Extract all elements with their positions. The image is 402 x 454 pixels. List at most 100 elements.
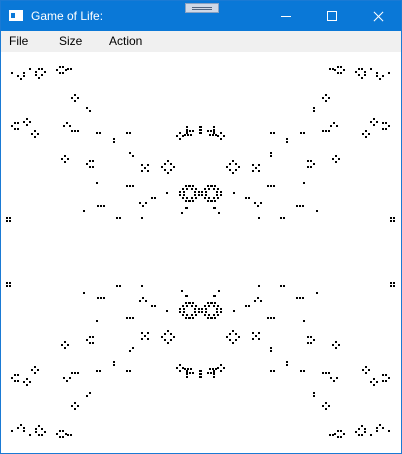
live-cell: [210, 372, 212, 374]
live-cell: [273, 132, 275, 134]
maximize-button[interactable]: [309, 1, 355, 31]
live-cell: [179, 364, 181, 366]
live-cell: [382, 75, 384, 77]
live-cell: [205, 191, 207, 193]
live-cell: [103, 205, 105, 207]
live-cell: [151, 197, 153, 199]
menu-action[interactable]: Action: [109, 34, 142, 49]
live-cell: [34, 372, 36, 374]
live-cell: [17, 75, 19, 77]
live-cell: [167, 342, 169, 344]
menu-size[interactable]: Size: [59, 34, 82, 49]
live-cell: [62, 66, 64, 68]
live-cell: [296, 205, 298, 207]
live-cell: [9, 217, 11, 219]
live-cell: [37, 133, 39, 135]
live-cell: [182, 135, 184, 137]
live-cell: [192, 302, 194, 304]
live-cell: [23, 75, 25, 77]
live-cell: [245, 305, 247, 307]
live-cell: [29, 381, 31, 383]
live-cell: [170, 163, 172, 165]
live-cell: [70, 434, 72, 436]
live-cell: [62, 430, 64, 432]
live-cell: [129, 370, 131, 372]
live-cell: [213, 373, 215, 375]
live-cell: [132, 317, 134, 319]
close-button[interactable]: [355, 1, 401, 31]
live-cell: [161, 166, 163, 168]
snap-layout-handle[interactable]: [185, 3, 219, 13]
live-cell: [333, 380, 335, 382]
live-cell: [23, 430, 25, 432]
live-cell: [207, 185, 209, 187]
live-cell: [190, 134, 192, 136]
live-cell: [14, 380, 16, 382]
live-cell: [96, 182, 98, 184]
live-cell: [355, 431, 357, 433]
live-cell: [207, 130, 209, 132]
live-cell: [89, 110, 91, 112]
live-cell: [89, 336, 91, 338]
app-window-icon[interactable]: [9, 10, 23, 21]
live-cell: [65, 433, 67, 435]
live-cell: [63, 125, 65, 127]
live-cell: [44, 71, 46, 73]
live-cell: [328, 372, 330, 374]
live-cell: [161, 336, 163, 338]
live-cell: [184, 368, 186, 370]
live-cell: [313, 107, 315, 109]
live-cell: [393, 217, 395, 219]
live-cell: [204, 188, 206, 190]
live-cell: [361, 425, 363, 427]
live-cell: [210, 302, 212, 304]
live-cell: [186, 197, 188, 199]
live-cell: [300, 132, 302, 134]
live-cell: [195, 314, 197, 316]
live-cell: [270, 152, 272, 154]
live-cell: [20, 424, 22, 426]
menu-file[interactable]: File: [9, 34, 28, 49]
live-cell: [217, 197, 219, 199]
live-cell: [325, 94, 327, 96]
minimize-button[interactable]: [263, 1, 309, 31]
live-cell: [200, 132, 202, 134]
live-cell: [379, 424, 381, 426]
live-cell: [361, 434, 363, 436]
live-cell: [333, 122, 335, 124]
live-cell: [393, 285, 395, 287]
live-cell: [373, 378, 375, 380]
live-cell: [385, 122, 387, 124]
live-cell: [86, 339, 88, 341]
life-grid[interactable]: [1, 52, 401, 453]
live-cell: [379, 78, 381, 80]
live-cell: [14, 374, 16, 376]
live-cell: [164, 333, 166, 335]
live-cell: [38, 77, 40, 79]
live-cell: [186, 126, 188, 128]
live-cell: [257, 205, 259, 207]
live-cell: [376, 430, 378, 432]
live-cell: [209, 368, 211, 370]
live-cell: [361, 68, 363, 70]
live-cell: [232, 342, 234, 344]
live-cell: [189, 200, 191, 202]
title-bar[interactable]: Game of Life:: [1, 1, 401, 31]
live-cell: [245, 197, 247, 199]
live-cell: [89, 392, 91, 394]
live-cell: [393, 282, 395, 284]
live-cell: [74, 100, 76, 102]
live-cell: [17, 128, 19, 130]
live-cell: [217, 305, 219, 307]
live-cell: [181, 212, 183, 214]
live-cell: [132, 185, 134, 187]
live-cell: [83, 210, 85, 212]
live-cell: [142, 205, 144, 207]
live-cell: [129, 132, 131, 134]
live-cell: [113, 364, 115, 366]
live-cell: [64, 155, 66, 157]
live-cell: [370, 381, 372, 383]
life-board[interactable]: [1, 52, 401, 453]
live-cell: [191, 188, 193, 190]
live-cell: [92, 336, 94, 338]
